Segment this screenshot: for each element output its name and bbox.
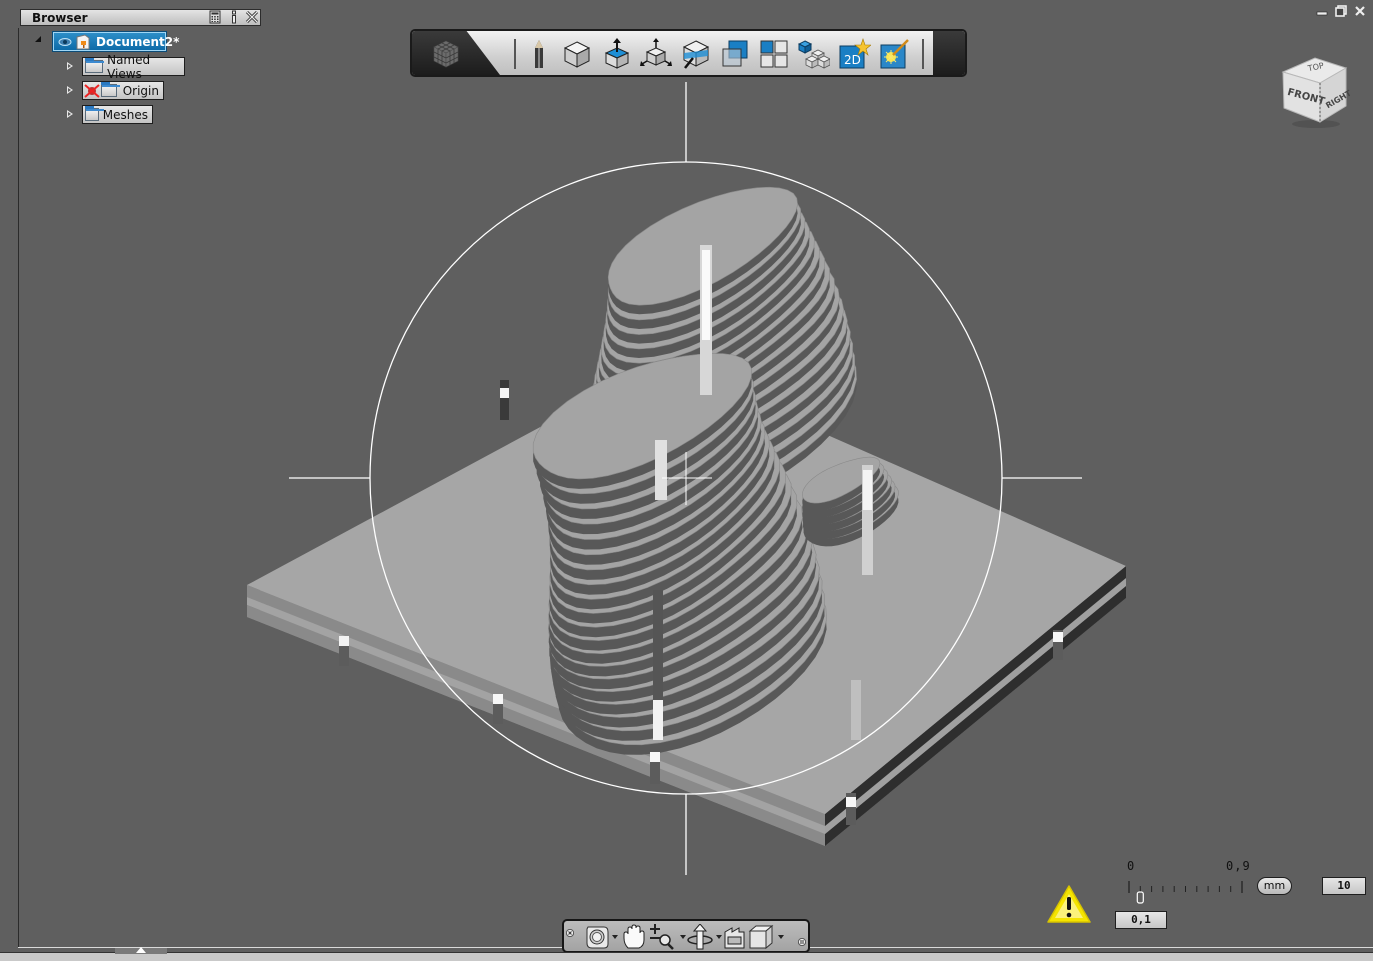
- look-at-button[interactable]: [722, 924, 746, 950]
- tree-node-meshes[interactable]: Meshes: [82, 105, 153, 124]
- 2d-view-button[interactable]: 2D: [837, 37, 871, 71]
- dropdown-caret-icon[interactable]: [612, 935, 618, 939]
- calculator-icon[interactable]: [207, 10, 223, 25]
- view-cube-button[interactable]: [748, 924, 784, 950]
- render-button[interactable]: [877, 37, 911, 71]
- app-menu-button[interactable]: [412, 31, 500, 75]
- tree-node-named-views[interactable]: Named Views: [82, 53, 185, 81]
- tree-node-label: Document2*: [96, 34, 180, 49]
- close-window-button[interactable]: [1352, 5, 1368, 21]
- tree-node-label: Named Views: [107, 52, 151, 81]
- magic-wand-icon: [880, 39, 909, 69]
- info-icon[interactable]: [226, 10, 242, 25]
- scale-max-label: 0,9: [1226, 859, 1251, 873]
- eye-icon[interactable]: [58, 37, 72, 47]
- look-at-icon: [724, 927, 745, 949]
- toolbar-end-cap: [933, 31, 965, 75]
- pencil-icon: [535, 40, 543, 68]
- browser-resize-handle[interactable]: [115, 947, 167, 954]
- tree-node-label: Origin: [122, 83, 159, 98]
- folder-icon: [101, 82, 120, 97]
- move-arrows-icon: [640, 38, 672, 66]
- pan-button[interactable]: [622, 924, 646, 950]
- zoom-icon: [650, 924, 674, 950]
- view-cube[interactable]: TOP FRONT RIGHT: [1280, 50, 1353, 128]
- close-icon: [1355, 6, 1365, 16]
- tree-node-label: Meshes: [102, 107, 148, 122]
- orbit-button[interactable]: [686, 924, 722, 950]
- minimize-icon: [1316, 11, 1328, 16]
- 2d-star-icon: 2D: [839, 38, 871, 69]
- expand-icon[interactable]: [67, 86, 73, 94]
- overlap-squares-icon: [722, 40, 748, 67]
- move-button[interactable]: [639, 37, 673, 71]
- layout-button[interactable]: [757, 37, 791, 71]
- expand-icon[interactable]: [67, 110, 73, 118]
- collapse-icon[interactable]: [35, 36, 41, 42]
- push-pull-icon: [604, 38, 630, 69]
- restore-icon: [1335, 5, 1347, 17]
- steering-wheel-icon: [586, 926, 609, 949]
- extrude-button[interactable]: [600, 37, 634, 71]
- zoom-button[interactable]: [648, 924, 686, 950]
- browser-panel-header: Browser: [20, 9, 261, 26]
- cube-icon: [563, 41, 591, 68]
- orbit-icon: [687, 924, 713, 950]
- folder-icon: [85, 106, 104, 121]
- 3d-viewport[interactable]: [0, 0, 1373, 960]
- minimize-button[interactable]: [1314, 5, 1330, 21]
- warning-icon[interactable]: [1046, 884, 1092, 924]
- four-panel-icon: [760, 40, 788, 68]
- section-button[interactable]: [679, 37, 713, 71]
- scale-min-label: 0: [1127, 859, 1135, 873]
- expand-icon[interactable]: [67, 62, 73, 70]
- tree-node-origin[interactable]: Origin: [82, 81, 164, 100]
- pattern-button[interactable]: [797, 37, 831, 71]
- navbar-close-icon[interactable]: [565, 922, 575, 941]
- navbar-menu-icon[interactable]: [797, 931, 807, 950]
- main-toolbar: 2D: [410, 29, 967, 77]
- model-scene[interactable]: [0, 0, 1373, 960]
- browser-title: Browser: [32, 11, 88, 25]
- toolbar-separator: [514, 39, 516, 69]
- section-cut-icon: [682, 40, 710, 69]
- cube-array-icon: [798, 40, 830, 69]
- visibility-off-icon[interactable]: [84, 83, 100, 98]
- restore-button[interactable]: [1333, 5, 1349, 21]
- dropdown-caret-icon[interactable]: [778, 935, 784, 939]
- rubik-cube-icon: [433, 40, 459, 68]
- folder-icon: [85, 58, 105, 73]
- document-icon: [75, 33, 91, 50]
- scale-slider-thumb[interactable]: [1136, 891, 1144, 904]
- expand-up-icon: [136, 947, 146, 953]
- unit-selector[interactable]: mm: [1257, 877, 1292, 895]
- sketch-button[interactable]: [522, 37, 556, 71]
- scale-value-field[interactable]: 0,1: [1115, 911, 1167, 929]
- box-view-icon: [748, 924, 774, 950]
- tree-node-document[interactable]: Document2*: [53, 32, 179, 51]
- hand-icon: [623, 924, 645, 949]
- close-icon[interactable]: [244, 10, 260, 25]
- scale-slider[interactable]: [1125, 878, 1250, 906]
- steering-wheel-button[interactable]: [584, 924, 618, 950]
- overlap-button[interactable]: [718, 37, 752, 71]
- primitive-button[interactable]: [560, 37, 594, 71]
- toolbar-separator: [922, 39, 924, 69]
- grid-value-field[interactable]: 10: [1322, 877, 1366, 895]
- navigation-bar: [562, 919, 810, 953]
